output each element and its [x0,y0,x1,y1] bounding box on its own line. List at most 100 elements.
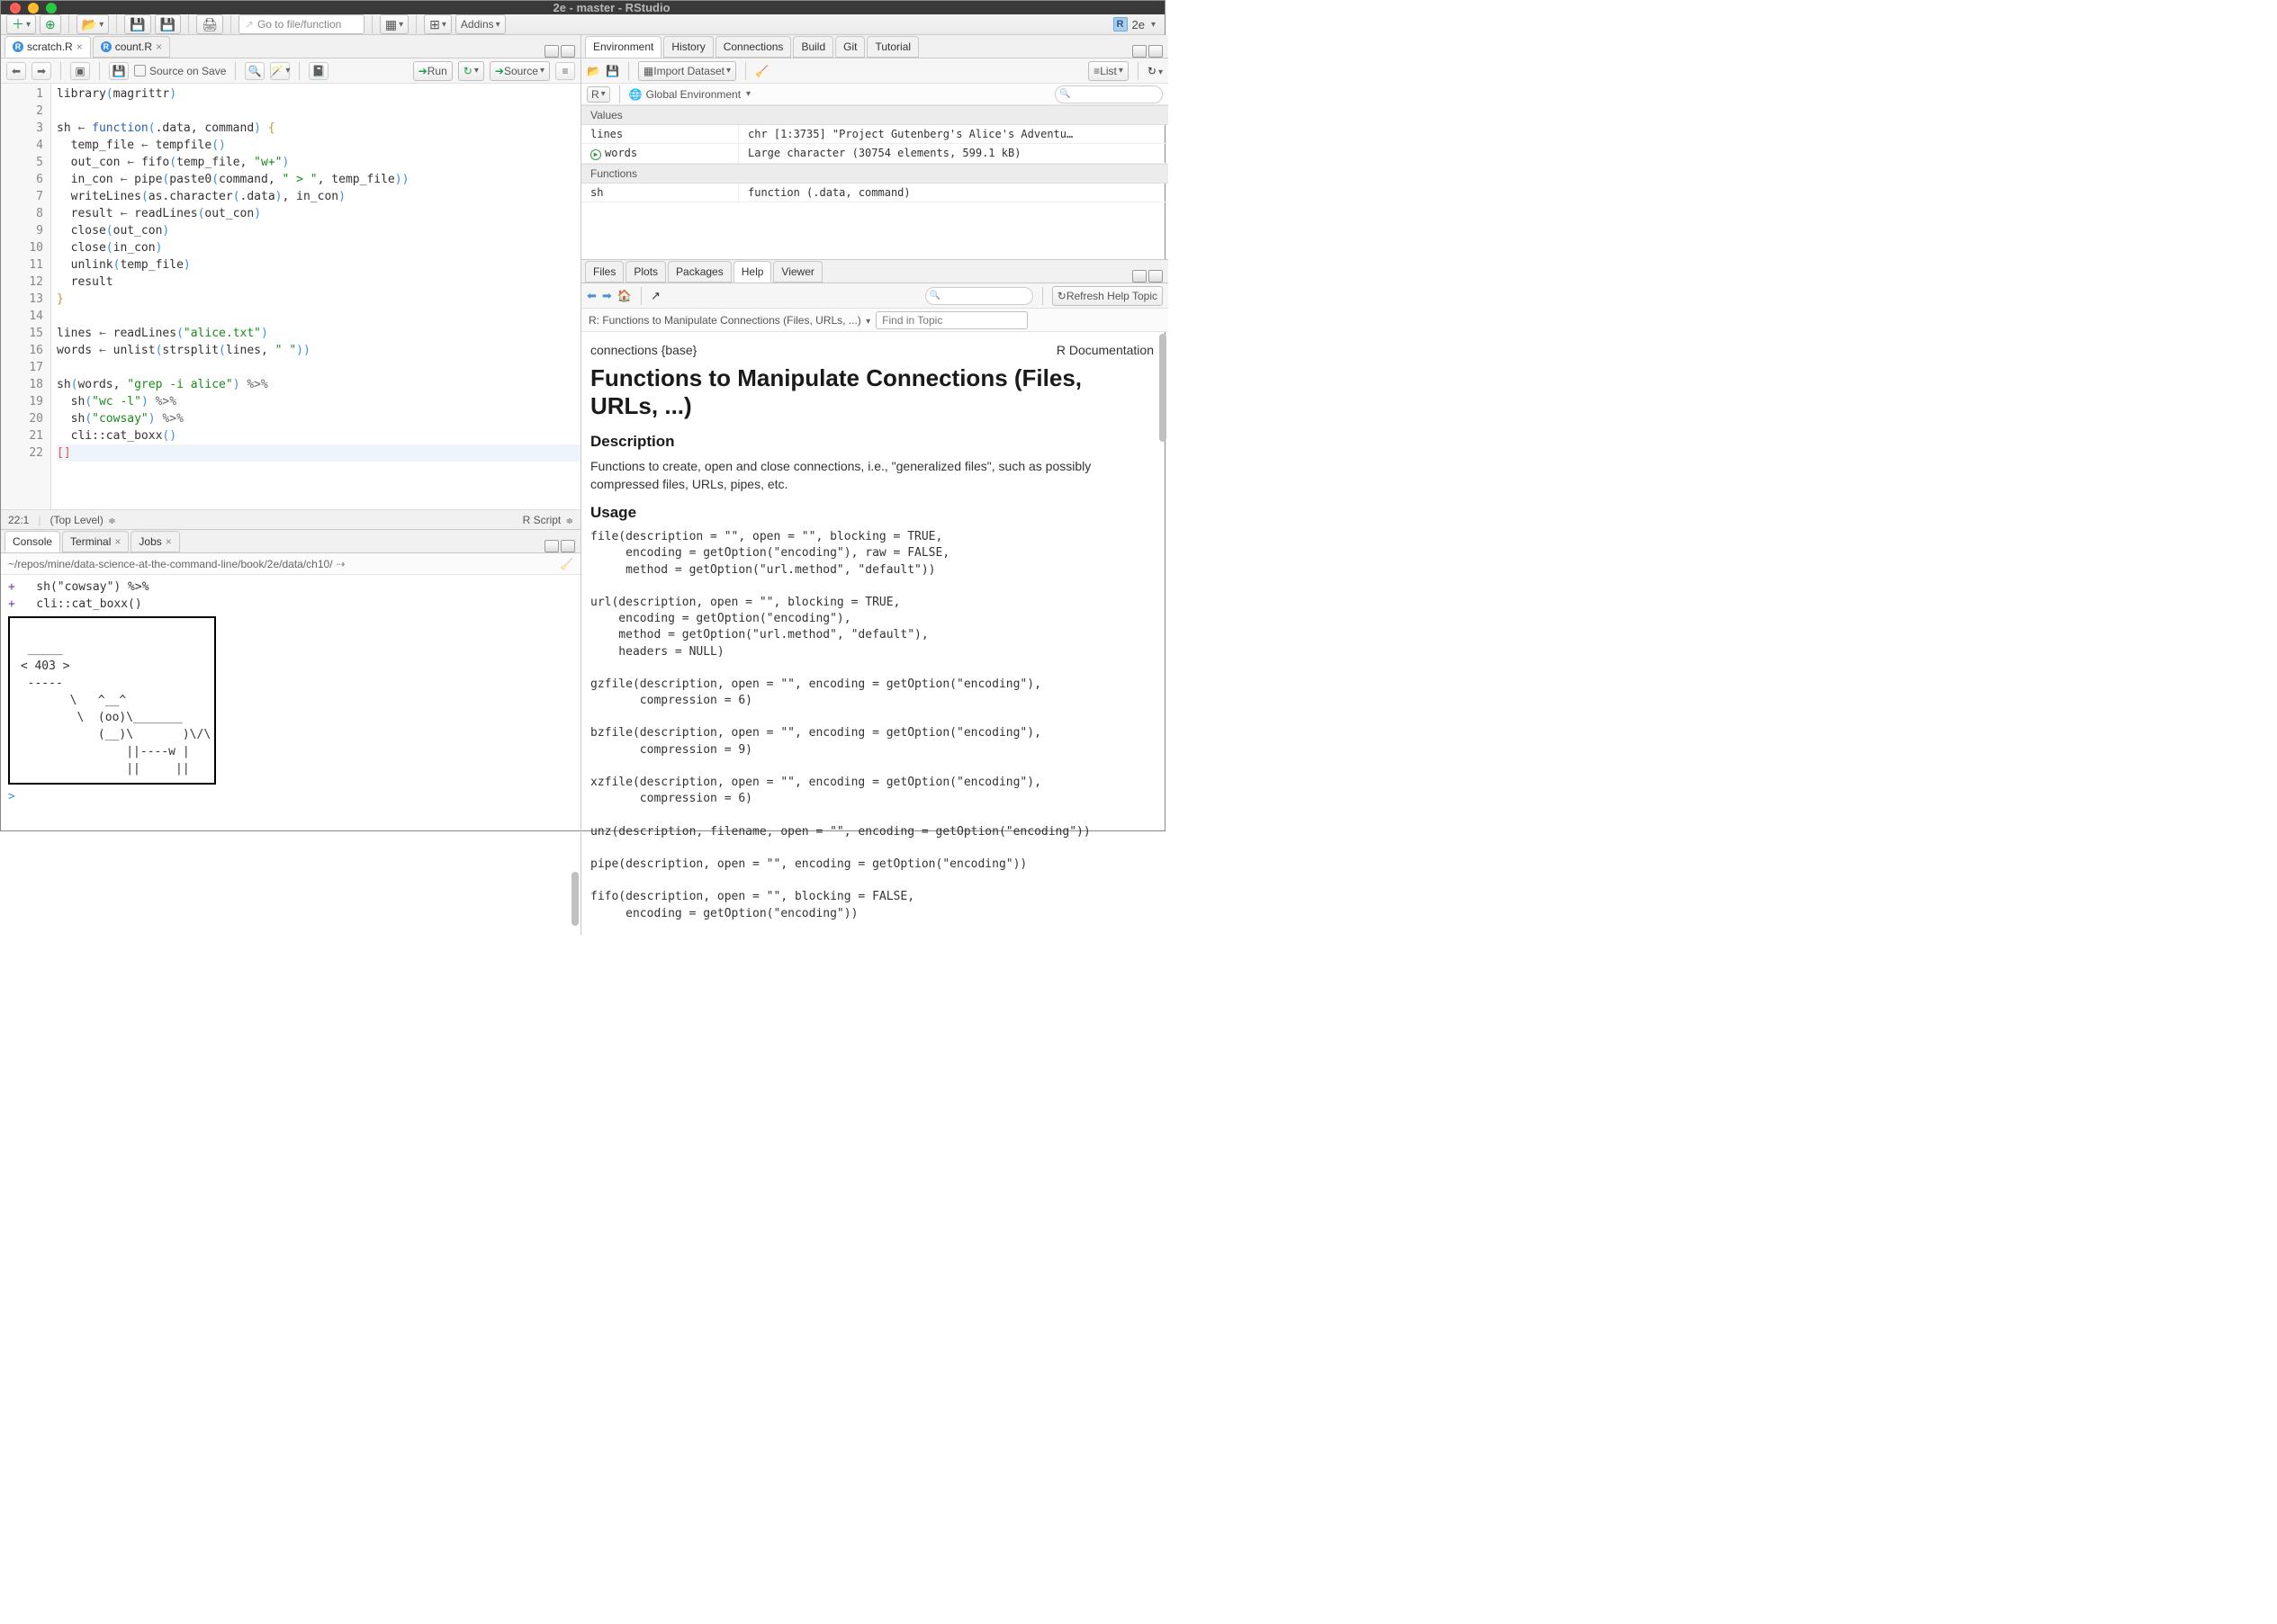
pane-minimize-icon[interactable] [544,45,559,58]
refresh-env-button[interactable]: ↻▾ [1148,65,1163,77]
help-crumb: R: Functions to Manipulate Connections (… [581,309,1168,332]
load-workspace-button[interactable]: 📂 [587,65,600,77]
addins-grid-button[interactable]: ⊞▾ [424,14,452,34]
project-icon: R [1113,17,1128,31]
view-mode-button[interactable]: ≡ List ▾ [1088,61,1129,81]
window-title: 2e - master - RStudio [68,1,1156,14]
tab-plots[interactable]: Plots [626,261,666,283]
tab-environment[interactable]: Environment [585,36,662,58]
help-section-usage: Usage [590,504,1154,522]
source-tabs: R scratch.R × R count.R × [1,35,580,58]
tab-viewer[interactable]: Viewer [773,261,822,283]
tab-connections[interactable]: Connections [716,36,792,58]
save-button[interactable]: 💾 [124,14,150,34]
pane-minimize-icon[interactable] [1132,45,1147,58]
console-pane: Console Terminal × Jobs × ~/repos/mine/d… [1,530,580,935]
code-body[interactable]: library(magrittr) sh ← function(.data, c… [51,84,580,509]
close-icon[interactable]: × [156,40,162,53]
code-editor[interactable]: 1 2 3 4 5 6 7 8 9 10 11 12 13 14 15 16 1… [1,84,580,509]
source-tab-0[interactable]: R scratch.R × [4,36,91,58]
console-tabs: Console Terminal × Jobs × [1,530,580,553]
goto-file-input[interactable]: ↗Go to file/function [238,14,364,34]
grid-button[interactable]: ▦▾ [380,14,409,34]
source-button[interactable]: ➔ Source ▾ [490,61,550,81]
env-language-selector[interactable]: R ▾ [587,86,610,103]
show-in-new-window-button[interactable]: ▣ [70,62,90,80]
rerun-button[interactable]: ↻▾ [458,61,484,81]
open-file-button[interactable]: 📂▾ [76,14,109,34]
print-button[interactable]: 🖨 [196,14,223,34]
import-dataset-button[interactable]: ▦ Import Dataset ▾ [638,61,736,81]
clear-console-button[interactable]: 🧹 [560,558,573,570]
env-row[interactable]: ▶wordsLarge character (30754 elements, 5… [581,144,1168,164]
find-button[interactable]: 🔍 [245,62,265,80]
compile-report-button[interactable]: 📓 [309,62,328,80]
tab-files[interactable]: Files [585,261,624,283]
close-icon[interactable]: × [76,40,83,53]
new-file-button[interactable]: ＋▾ [6,14,36,34]
tab-build[interactable]: Build [793,36,833,58]
wand-button[interactable]: 🪄▾ [270,62,290,80]
save-workspace-button[interactable]: 💾 [606,65,619,77]
tab-help[interactable]: Help [734,261,772,283]
pane-maximize-icon[interactable] [1148,45,1163,58]
env-search-input[interactable] [1055,85,1163,103]
line-gutter: 1 2 3 4 5 6 7 8 9 10 11 12 13 14 15 16 1… [1,84,51,509]
terminal-tab[interactable]: Terminal × [62,531,129,552]
help-home-button[interactable]: 🏠 [617,289,632,303]
window-close-button[interactable] [10,3,21,13]
help-forward-button[interactable]: ➡ [602,289,612,303]
scope-indicator[interactable]: (Top Level) ≑ [50,514,115,526]
env-scope-selector[interactable]: 🌐 Global Environment ▾ [629,88,751,101]
find-in-topic-input[interactable] [876,311,1028,329]
scrollbar[interactable] [1159,334,1166,442]
new-project-button[interactable]: ⊕ [40,14,61,34]
clear-env-button[interactable]: 🧹 [755,65,769,77]
pane-maximize-icon[interactable] [561,45,575,58]
expand-icon[interactable]: ▶ [590,149,601,160]
outline-button[interactable]: ≡ [555,62,575,80]
pane-minimize-icon[interactable] [544,540,559,552]
env-toolbar: 📂 💾 ▦ Import Dataset ▾ 🧹 ≡ List ▾ ↻▾ [581,58,1168,84]
help-section-description: Description [590,433,1154,451]
pane-maximize-icon[interactable] [561,540,575,552]
scrollbar[interactable] [572,872,579,926]
file-type-indicator[interactable]: R Script ≑ [523,514,573,526]
run-button[interactable]: ➔ Run [413,61,453,81]
tab-packages[interactable]: Packages [668,261,732,283]
console-path[interactable]: ~/repos/mine/data-science-at-the-command… [1,553,580,575]
jobs-tab[interactable]: Jobs × [130,531,179,552]
window-maximize-button[interactable] [46,3,57,13]
source-on-save-checkbox[interactable]: Source on Save [134,65,226,77]
back-button[interactable]: ⬅ [6,62,26,80]
help-usage-code: file(description = "", open = "", blocki… [590,529,1154,922]
source-tab-1[interactable]: R count.R × [93,36,170,58]
env-row[interactable]: lineschr [1:3735] "Project Gutenberg's A… [581,125,1168,144]
env-list: Valueslineschr [1:3735] "Project Gutenbe… [581,105,1168,202]
titlebar[interactable]: 2e - master - RStudio [1,1,1165,14]
window-minimize-button[interactable] [28,3,39,13]
pane-maximize-icon[interactable] [1148,270,1163,283]
help-topic-selector[interactable]: R: Functions to Manipulate Connections (… [589,314,870,327]
save-source-button[interactable]: 💾 [109,62,129,80]
tab-tutorial[interactable]: Tutorial [867,36,919,58]
refresh-help-button[interactable]: ↻ Refresh Help Topic [1052,286,1163,306]
main-toolbar: ＋▾ ⊕ 📂▾ 💾 💾 🖨 ↗Go to file/function ▦▾ ⊞▾… [1,14,1165,35]
console-output[interactable]: + sh("cowsay") %>%+ cli::cat_boxx() ____… [1,575,580,935]
forward-button[interactable]: ➡ [32,62,51,80]
save-all-button[interactable]: 💾 [155,14,181,34]
project-menu[interactable]: R 2e ▾ [1110,17,1160,31]
console-tab[interactable]: Console [4,531,60,552]
help-content[interactable]: connections {base} R Documentation Funct… [581,332,1168,935]
source-pane: R scratch.R × R count.R × ⬅ [1,35,580,530]
help-pane: Files Plots Packages Help Viewer ⬅ ➡ 🏠 ↗ [581,260,1168,935]
help-back-button[interactable]: ⬅ [587,289,597,303]
cursor-position: 22:1 [8,514,29,526]
pane-minimize-icon[interactable] [1132,270,1147,283]
addins-button[interactable]: Addins ▾ [455,14,506,34]
help-search-input[interactable] [925,287,1033,305]
help-popout-button[interactable]: ↗ [651,289,661,303]
tab-history[interactable]: History [663,36,713,58]
tab-git[interactable]: Git [835,36,865,58]
env-row[interactable]: shfunction (.data, command) [581,184,1168,202]
